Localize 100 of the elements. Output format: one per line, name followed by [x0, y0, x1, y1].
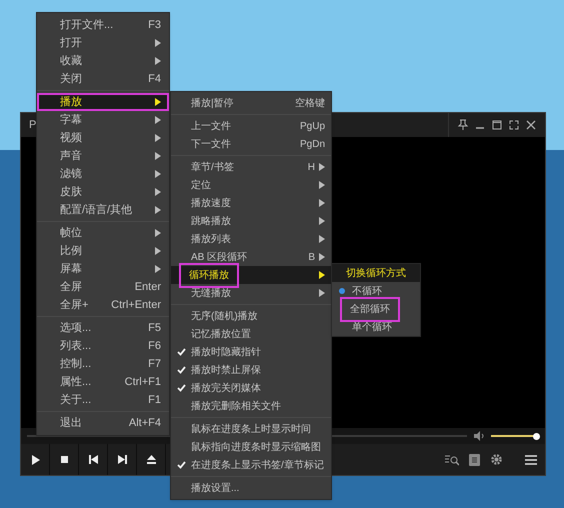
submenu-arrow-icon — [155, 265, 161, 273]
menu-item[interactable]: 播放设置... — [171, 479, 331, 497]
menu-item[interactable]: 列表... F6 — [37, 337, 169, 355]
menu-icon[interactable] — [525, 454, 537, 464]
menu-label: 播放|暂停 — [191, 96, 234, 110]
shortcut-label: F5 — [148, 320, 161, 336]
menu-label: 帧位 — [60, 226, 82, 241]
menu-item[interactable]: 皮肤 — [37, 183, 169, 201]
previous-icon — [88, 455, 98, 464]
menu-item[interactable]: 无序(随机)播放 — [171, 307, 331, 325]
menu-item[interactable]: 定位 — [171, 176, 331, 194]
menu-item[interactable]: 打开 — [37, 34, 169, 52]
menu-item[interactable]: 打开文件... F3 — [37, 16, 169, 34]
maximize-icon[interactable] — [491, 119, 503, 131]
menu-item[interactable]: 屏幕 — [37, 260, 169, 278]
menu-item[interactable]: 记忆播放位置 — [171, 325, 331, 343]
eject-icon — [146, 455, 156, 464]
menu-item[interactable]: 播放速度 — [171, 194, 331, 212]
menu-label: 无缝播放 — [191, 286, 231, 300]
menu-item[interactable]: 控制... F7 — [37, 355, 169, 373]
pin-icon[interactable] — [457, 119, 469, 131]
menu-label: 配置/语言/其他 — [60, 202, 132, 218]
menu-label: 播放列表 — [191, 232, 231, 246]
submenu-arrow-icon — [155, 247, 161, 255]
menu-item[interactable]: 选项... F5 — [37, 319, 169, 337]
volume-icon[interactable] — [473, 431, 485, 441]
menu-label: 全部循环 — [342, 298, 398, 320]
menu-item[interactable]: 播放 — [37, 93, 169, 111]
menu-label: 皮肤 — [60, 184, 82, 200]
close-icon[interactable] — [525, 119, 537, 131]
menu-item[interactable]: 跳略播放 — [171, 212, 331, 230]
menu-label: 屏幕 — [60, 262, 82, 277]
next-icon — [118, 455, 126, 464]
menu-item[interactable]: 播放完关闭媒体 — [171, 379, 331, 397]
menu-label: 播放时禁止屏保 — [191, 364, 261, 378]
menu-item[interactable]: 鼠标指向进度条时显示缩略图 — [171, 438, 331, 456]
menu-item[interactable]: 收藏 — [37, 52, 169, 70]
menu-label: 属性... — [60, 374, 92, 390]
submenu-arrow-icon — [319, 253, 325, 261]
menu-item[interactable]: 全屏+ Ctrl+Enter — [37, 296, 169, 314]
menu-item[interactable]: 在进度条上显示书签/章节标记 — [171, 456, 331, 474]
menu-label: AB 区段循环 — [191, 250, 248, 264]
stop-icon — [60, 456, 68, 463]
menu-item[interactable]: 滤镜 — [37, 165, 169, 183]
menu-item[interactable]: 章节/书签 H — [171, 158, 331, 176]
shortcut-label: B — [308, 250, 315, 264]
menu-label: 控制... — [60, 356, 92, 372]
menu-item[interactable]: 帧位 — [37, 224, 169, 242]
menu-item[interactable]: 视频 — [37, 129, 169, 147]
submenu-arrow-icon — [319, 163, 325, 171]
menu-label: 播放完关闭媒体 — [191, 382, 261, 396]
menu-label: 无序(随机)播放 — [191, 310, 258, 324]
menu-label: 章节/书签 — [191, 160, 234, 174]
submenu-arrow-icon — [319, 181, 325, 189]
menu-label: 在进度条上显示书签/章节标记 — [191, 458, 324, 472]
menu-item[interactable]: 下一文件 PgDn — [171, 135, 331, 153]
menu-item[interactable]: 不循环 — [332, 282, 420, 300]
shortcut-label: F7 — [148, 356, 161, 372]
menu-item[interactable]: 退出 Alt+F4 — [37, 414, 169, 432]
menu-item[interactable]: 鼠标在进度条上时显示时间 — [171, 420, 331, 438]
menu-label: 关闭 — [60, 72, 82, 87]
menu-item[interactable]: 比例 — [37, 242, 169, 260]
volume-thumb[interactable] — [532, 432, 540, 440]
search-list-icon[interactable] — [445, 454, 459, 466]
volume-slider[interactable] — [491, 431, 539, 441]
submenu-arrow-icon — [155, 152, 161, 160]
menu-label: 选项... — [60, 320, 92, 336]
menu-item[interactable]: AB 区段循环 B — [171, 248, 331, 266]
menu-item[interactable]: 全部循环 — [332, 300, 420, 318]
menu-item[interactable]: 全屏 Enter — [37, 278, 169, 296]
menu-item[interactable]: 播放|暂停 空格键 — [171, 94, 331, 112]
menu-item[interactable]: 播放时隐藏指针 — [171, 343, 331, 361]
menu-label: 鼠标指向进度条时显示缩略图 — [191, 440, 321, 454]
submenu-arrow-icon — [155, 206, 161, 214]
menu-item[interactable]: 声音 — [37, 147, 169, 165]
menu-item[interactable]: 播放时禁止屏保 — [171, 361, 331, 379]
menu-label: 全屏 — [60, 280, 82, 295]
menu-item[interactable]: 单个循环 — [332, 318, 420, 336]
submenu-arrow-icon — [319, 199, 325, 207]
shortcut-label: PgUp — [300, 120, 325, 134]
menu-item[interactable]: 属性... Ctrl+F1 — [37, 373, 169, 391]
settings-icon[interactable] — [490, 453, 503, 466]
menu-item[interactable]: 字幕 — [37, 111, 169, 129]
menu-item[interactable]: 关闭 F4 — [37, 70, 169, 88]
shortcut-label: Ctrl+Enter — [111, 298, 161, 313]
fullscreen-icon[interactable] — [508, 119, 520, 131]
menu-label: 单个循环 — [352, 320, 392, 334]
menu-label: 关于... — [60, 392, 92, 408]
menu-item[interactable]: 上一文件 PgUp — [171, 117, 331, 135]
menu-label: 播放完删除相关文件 — [191, 400, 281, 414]
menu-label: 循环播放 — [181, 264, 237, 286]
menu-label: 定位 — [191, 178, 211, 192]
menu-item[interactable]: 关于... F1 — [37, 391, 169, 409]
menu-item[interactable]: 配置/语言/其他 — [37, 201, 169, 219]
submenu-arrow-icon — [319, 235, 325, 243]
menu-item[interactable]: 播放列表 — [171, 230, 331, 248]
menu-item[interactable]: 播放完删除相关文件 — [171, 397, 331, 415]
panel-icon[interactable] — [469, 454, 480, 466]
menu-item[interactable]: 无缝播放 — [171, 284, 331, 302]
menu-label: 收藏 — [60, 54, 82, 69]
